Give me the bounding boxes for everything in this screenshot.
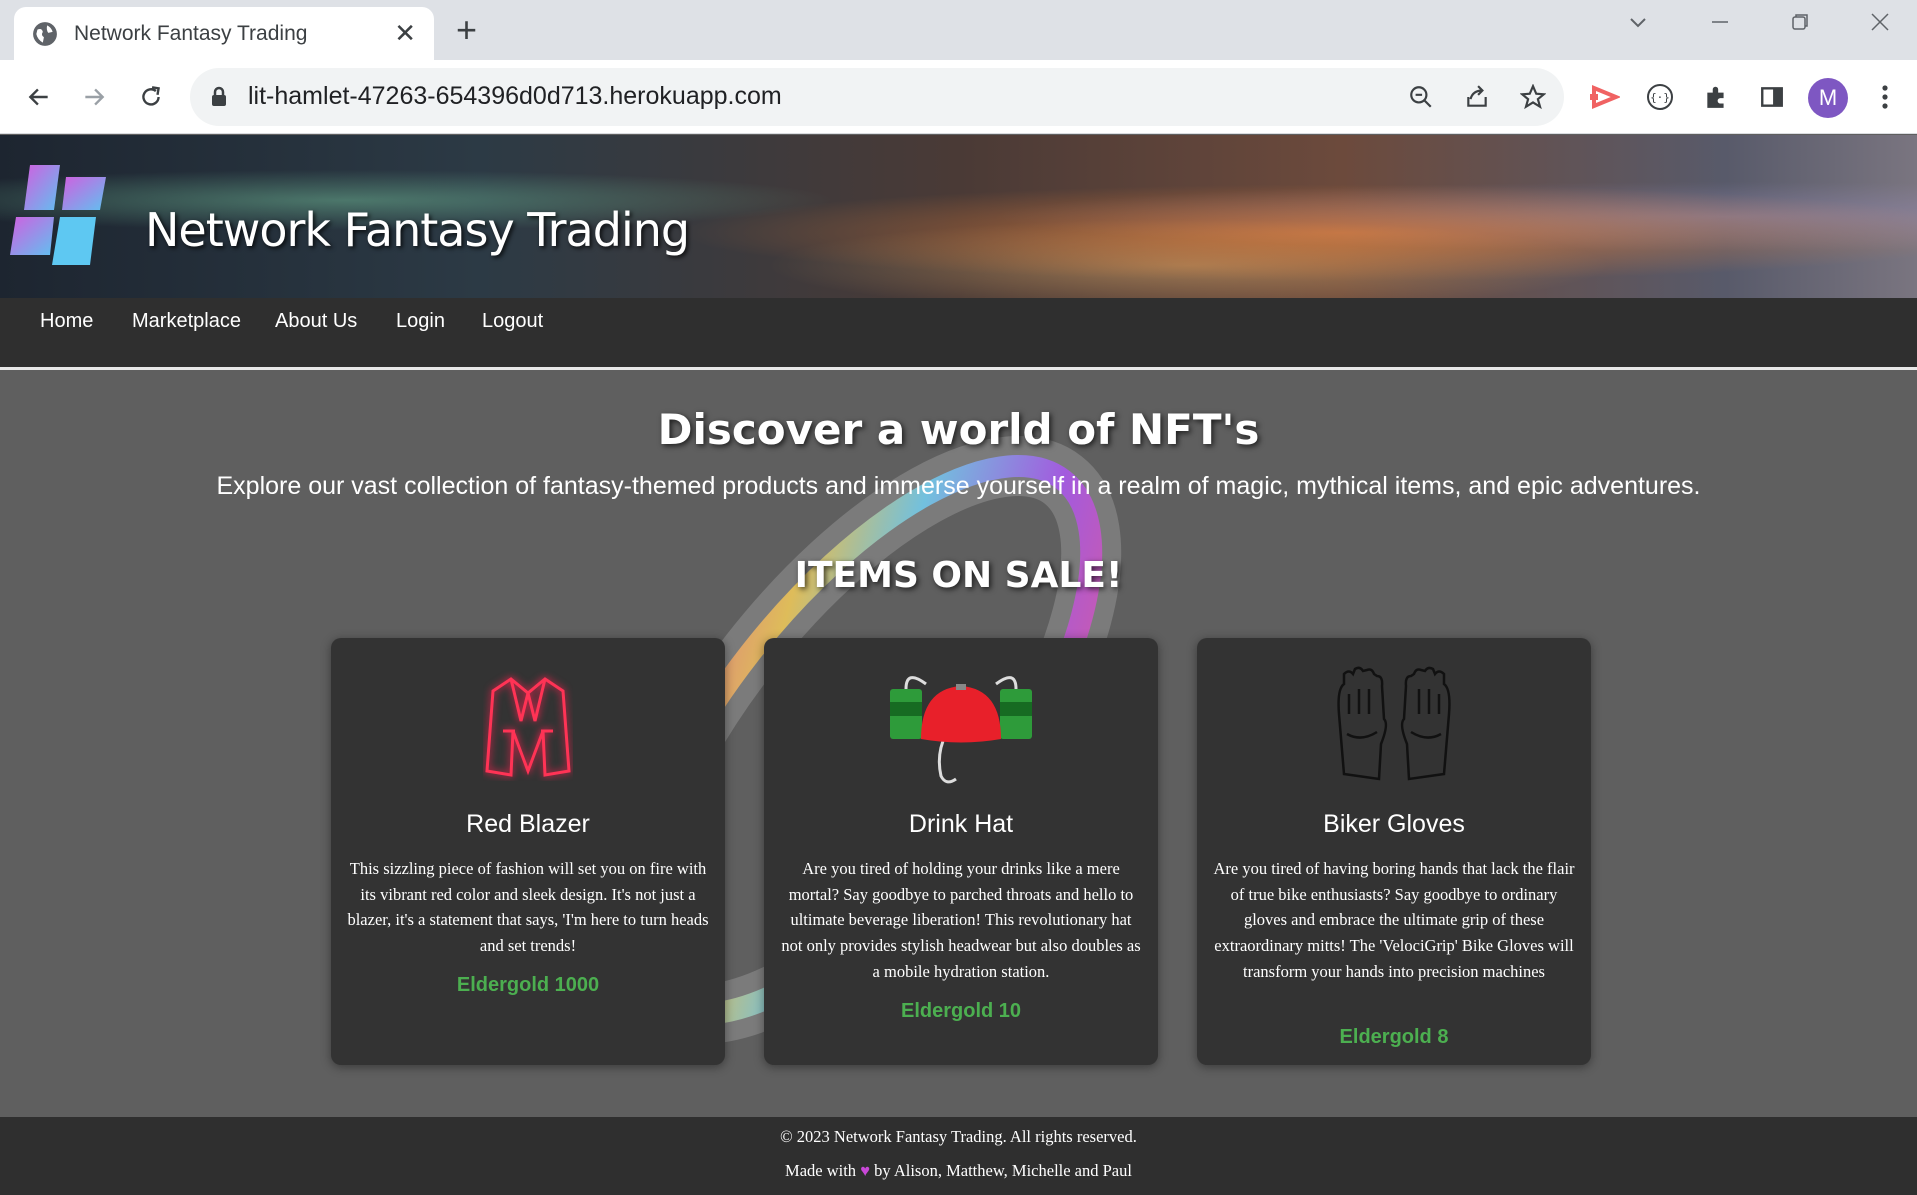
- product-card-biker-gloves[interactable]: Biker Gloves Are you tired of having bor…: [1197, 638, 1591, 1065]
- copyright-text: © 2023 Network Fantasy Trading. All righ…: [780, 1127, 1137, 1146]
- made-with-text: Made with: [785, 1161, 857, 1180]
- tab-title: Network Fantasy Trading: [74, 21, 308, 45]
- new-tab-button[interactable]: +: [456, 10, 477, 50]
- product-card-red-blazer[interactable]: Red Blazer This sizzling piece of fashio…: [331, 638, 725, 1065]
- site-title[interactable]: Network Fantasy Trading: [145, 203, 690, 257]
- drink-hat-icon: [764, 656, 1158, 796]
- side-panel-icon[interactable]: [1757, 82, 1787, 112]
- hero-title: Discover a world of NFT's: [657, 405, 1260, 454]
- product-card-drink-hat[interactable]: Drink Hat Are you tired of holding your …: [764, 638, 1158, 1065]
- profile-avatar[interactable]: M: [1808, 78, 1848, 118]
- nav-about-us[interactable]: About Us: [275, 310, 357, 333]
- forward-icon[interactable]: [75, 78, 113, 116]
- menu-kebab-icon[interactable]: [1870, 82, 1900, 112]
- browser-tab-bar: Network Fantasy Trading ✕ +: [0, 0, 1917, 60]
- credits-text: by Alison, Matthew, Michelle and Paul: [874, 1161, 1132, 1180]
- site-banner: Network Fantasy Trading: [0, 135, 1917, 298]
- zoom-icon[interactable]: [1406, 82, 1436, 112]
- product-description: Are you tired of holding your drinks lik…: [781, 859, 1141, 981]
- share-icon[interactable]: [1462, 82, 1492, 112]
- product-price: Eldergold 10: [900, 1000, 1022, 1022]
- product-name: Red Blazer: [466, 810, 590, 838]
- svg-text:{·}: {·}: [1650, 91, 1670, 104]
- section-title: ITEMS ON SALE!: [794, 555, 1123, 596]
- site-footer: © 2023 Network Fantasy Trading. All righ…: [0, 1117, 1917, 1195]
- product-name: Biker Gloves: [1323, 810, 1465, 838]
- biker-gloves-icon: [1197, 656, 1591, 796]
- close-tab-icon[interactable]: ✕: [394, 18, 416, 49]
- reload-icon[interactable]: [132, 78, 170, 116]
- bookmark-star-icon[interactable]: [1518, 82, 1548, 112]
- omnibox[interactable]: lit-hamlet-47263-654396d0d713.herokuapp.…: [190, 68, 1564, 126]
- close-window-icon[interactable]: [1870, 8, 1890, 39]
- globe-icon: [33, 21, 57, 46]
- hero-subtitle: Explore our vast collection of fantasy-t…: [216, 472, 1701, 500]
- site-nav: Home Marketplace About Us Login Logout: [0, 298, 1917, 370]
- product-description: This sizzling piece of fashion will set …: [347, 859, 709, 956]
- product-price: Eldergold 1000: [456, 974, 600, 996]
- product-name: Drink Hat: [908, 810, 1014, 838]
- extension-code-icon[interactable]: {·}: [1645, 82, 1675, 112]
- red-blazer-icon: [331, 656, 725, 796]
- nav-login[interactable]: Login: [396, 310, 445, 333]
- credits-line: Made with ♥ by Alison, Matthew, Michelle…: [0, 1161, 1917, 1181]
- url-text[interactable]: lit-hamlet-47263-654396d0d713.herokuapp.…: [248, 82, 782, 111]
- nav-logout[interactable]: Logout: [482, 310, 543, 333]
- extensions-puzzle-icon[interactable]: [1701, 82, 1731, 112]
- address-bar-row: lit-hamlet-47263-654396d0d713.herokuapp.…: [0, 60, 1917, 134]
- product-description: Are you tired of having boring hands tha…: [1213, 859, 1575, 981]
- lock-icon: [212, 86, 226, 106]
- tab-search-icon[interactable]: [1628, 8, 1648, 39]
- product-price: Eldergold 8: [1339, 1026, 1449, 1048]
- extension-video-icon[interactable]: [1590, 82, 1620, 112]
- back-icon[interactable]: [20, 78, 58, 116]
- nav-home[interactable]: Home: [40, 310, 93, 333]
- restore-icon[interactable]: [1790, 8, 1810, 39]
- site-logo[interactable]: [10, 165, 110, 270]
- browser-tab[interactable]: Network Fantasy Trading ✕: [14, 7, 434, 60]
- nav-marketplace[interactable]: Marketplace: [132, 310, 241, 333]
- heart-icon: ♥: [860, 1161, 870, 1180]
- minimize-icon[interactable]: [1710, 8, 1730, 39]
